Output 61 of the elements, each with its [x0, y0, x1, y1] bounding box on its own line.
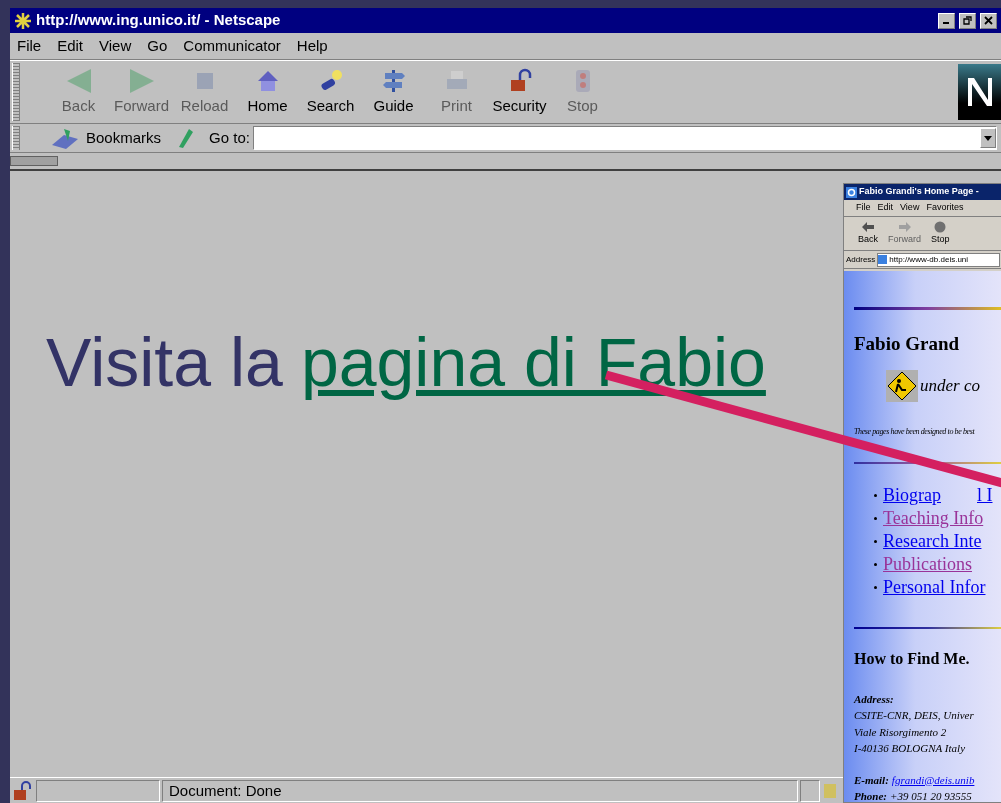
toolbar-button[interactable]: Home: [237, 66, 298, 118]
inset-toolbar-button[interactable]: Stop: [931, 220, 950, 247]
phone-number: +39 051 20 93555: [890, 789, 972, 802]
dropdown-button[interactable]: [980, 128, 996, 148]
close-icon: [984, 16, 993, 25]
padlock-icon: [12, 780, 34, 801]
caret-icon: [984, 135, 992, 141]
inset-menu-item[interactable]: View: [900, 201, 920, 215]
inset-window-title: Fabio Grandi's Home Page -: [859, 185, 979, 199]
menu-item[interactable]: Help: [296, 34, 328, 58]
bookmarks-button[interactable]: Bookmarks: [86, 126, 162, 150]
toolbar-button[interactable]: Security: [489, 66, 550, 118]
bullet-icon: [874, 516, 877, 520]
menu-item[interactable]: View: [99, 34, 132, 58]
inset-menu-item[interactable]: File: [856, 201, 871, 215]
bullet-icon: [874, 493, 877, 497]
email-link[interactable]: fgrandi@deis.unib: [891, 771, 975, 788]
address-heading: Address:: [854, 691, 895, 707]
inset-toolbar-button[interactable]: Back: [858, 220, 878, 247]
toolbar-button[interactable]: Search: [300, 66, 361, 118]
window-title: http://www.ing.unico.it/ - Netscape: [36, 10, 282, 31]
construction-sign-icon: [886, 369, 918, 402]
goto-label: Go to:: [209, 127, 250, 148]
inset-menu-item[interactable]: Edit: [877, 201, 894, 215]
address-label: Address: [846, 253, 876, 266]
address-line: CSITE-CNR, DEIS, Univer: [854, 708, 975, 723]
phone-label: Phone:: [854, 789, 887, 802]
toolbar-grip[interactable]: [12, 63, 20, 121]
browser-note: These pages have been designed to be best: [854, 425, 976, 438]
toolbar-grip[interactable]: [12, 126, 20, 150]
email-label: E-mail:: [854, 772, 889, 788]
arrow-icon: [861, 220, 875, 233]
bullet-icon: [874, 539, 877, 543]
address-line: I-40136 BOLOGNA Italy: [854, 741, 966, 756]
collapsed-toolbar-tab[interactable]: [10, 156, 58, 166]
browser-icon: [846, 186, 857, 198]
menu-item[interactable]: Communicator: [183, 34, 281, 58]
minimize-button[interactable]: [938, 12, 955, 29]
bullet-icon: [874, 562, 877, 566]
section-heading: How to Find Me.: [854, 648, 971, 669]
restore-button[interactable]: [959, 12, 976, 29]
menu-item[interactable]: File: [17, 34, 42, 58]
inset-menu-item[interactable]: Favorites: [926, 201, 964, 215]
close-button[interactable]: [980, 12, 997, 29]
status-panel: [800, 779, 820, 802]
arrow-icon: [897, 220, 912, 233]
construction-note: under co: [920, 374, 980, 397]
forward-icon: [127, 66, 156, 95]
address-field[interactable]: http://www-db.deis.uni: [877, 252, 1000, 267]
page-icon: [878, 255, 888, 264]
bullet-icon: [874, 585, 877, 589]
toolbar-button[interactable]: Guide: [363, 66, 424, 118]
address-line: Viale Risorgimento 2: [854, 724, 948, 740]
page-heading: Fabio Grand: [854, 332, 961, 356]
status-text: Document: Done: [162, 779, 798, 802]
menu-item[interactable]: Go: [147, 34, 168, 58]
heading-text: Visita la: [46, 323, 283, 402]
fabio-page-link[interactable]: pagina di Fabio: [300, 311, 766, 413]
restore-icon: [963, 16, 972, 25]
menu-item[interactable]: Edit: [57, 34, 84, 58]
asterisk-icon: [14, 11, 32, 30]
